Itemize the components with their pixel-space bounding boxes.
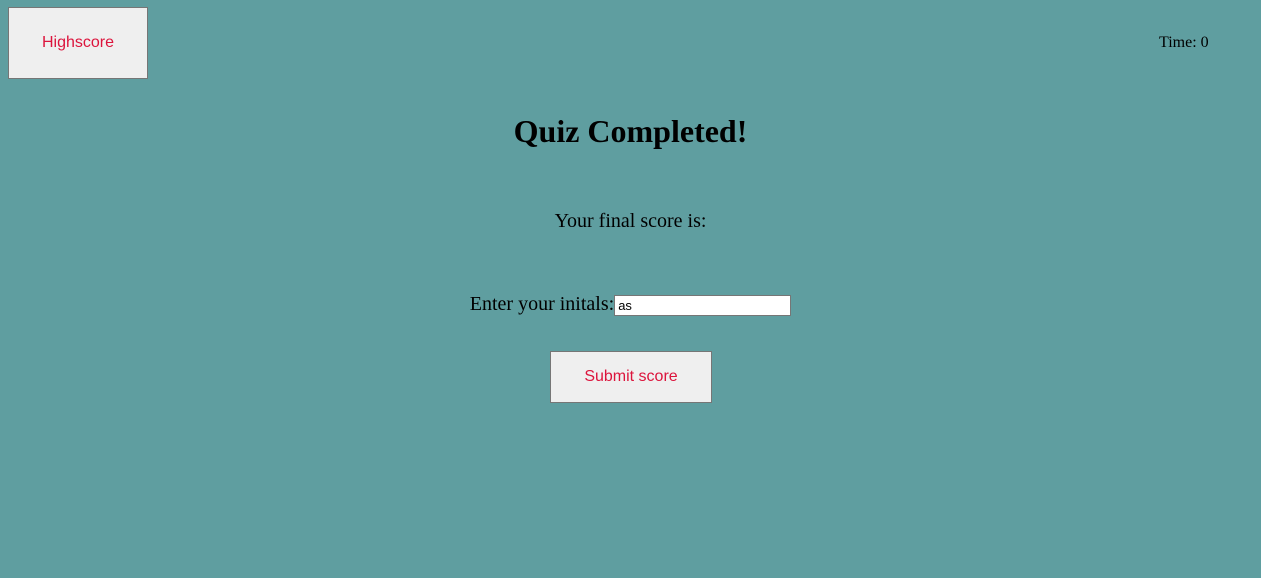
submit-score-button[interactable]: Submit score (550, 351, 712, 403)
timer: Time: 0 (1159, 34, 1209, 51)
quiz-page: Highscore Time: 0 Quiz Completed! Your f… (0, 0, 1261, 578)
initials-input[interactable] (614, 295, 792, 316)
initials-row: Enter your initals: (0, 292, 1261, 316)
highscore-button[interactable]: Highscore (8, 7, 148, 79)
final-score-text: Your final score is: (554, 210, 707, 232)
page-title: Quiz Completed! (513, 113, 748, 149)
initials-label: Enter your initals: (469, 293, 615, 315)
